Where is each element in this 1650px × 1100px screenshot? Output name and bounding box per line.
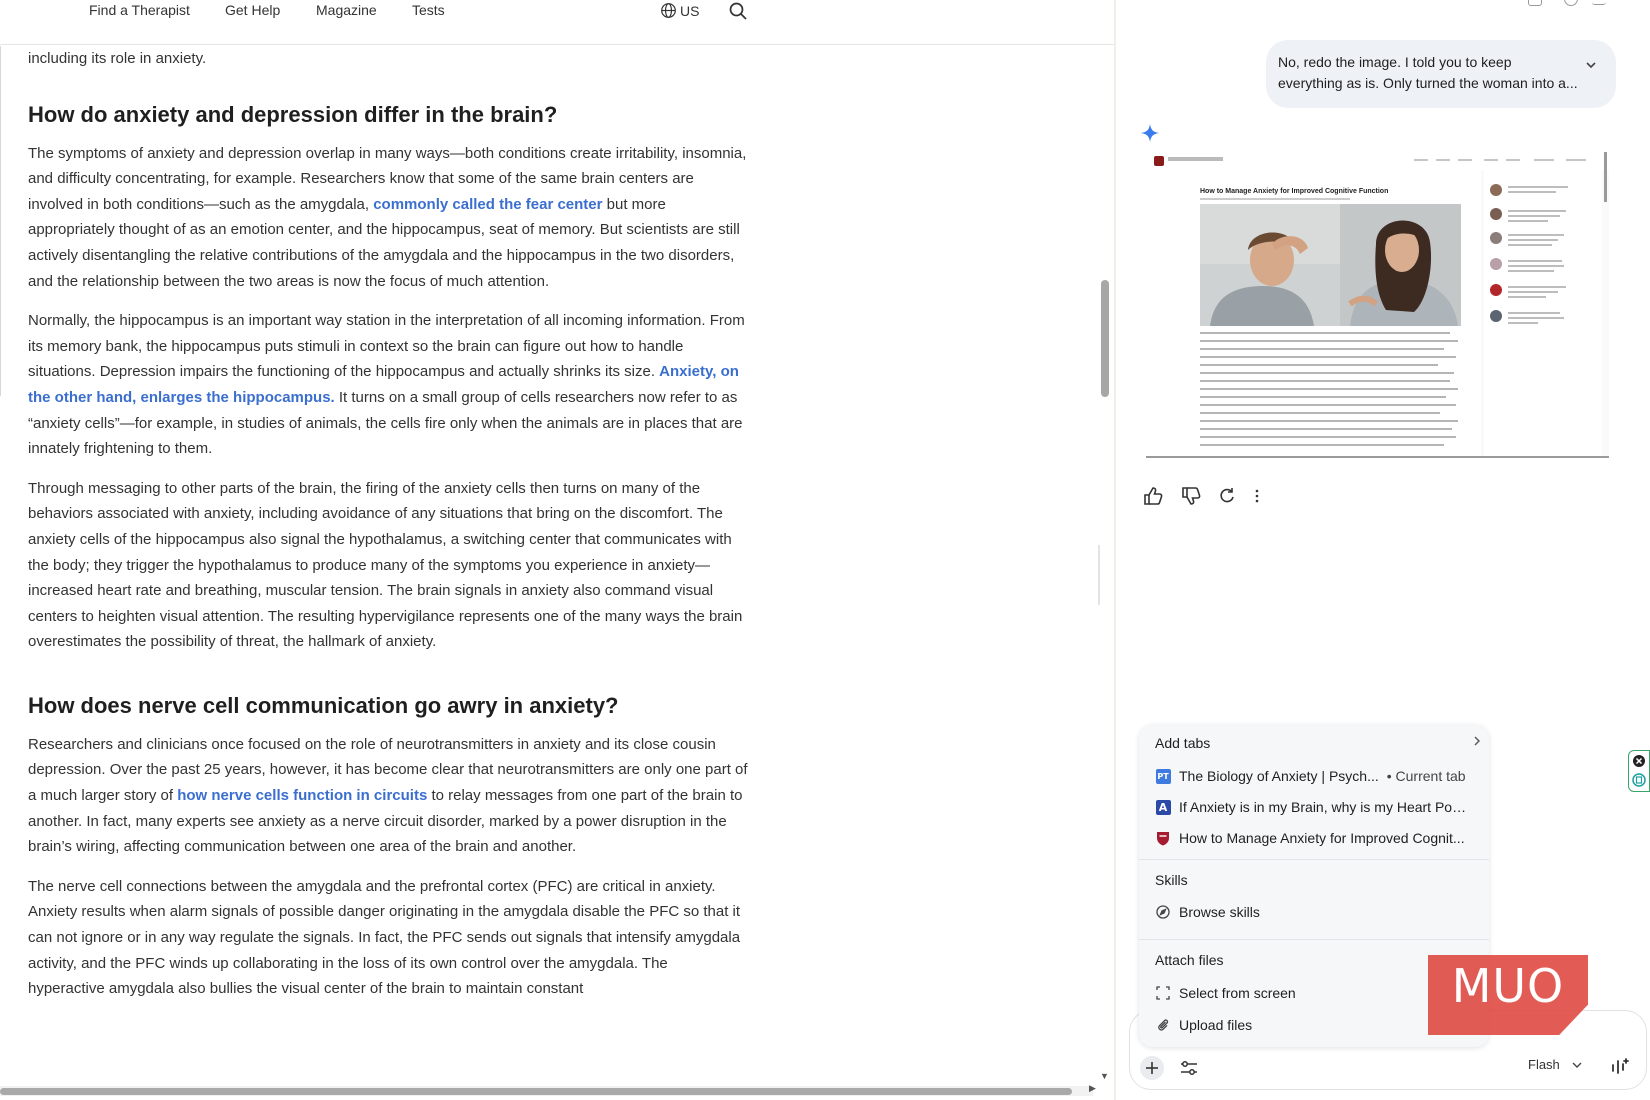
tab-item-manage-anxiety[interactable]: How to Manage Anxiety for Improved Cogni… — [1155, 825, 1475, 851]
vertical-scrollbar-thumb[interactable] — [1101, 280, 1109, 397]
model-selector[interactable]: Flash — [1528, 1057, 1582, 1072]
search-icon[interactable] — [727, 0, 749, 22]
tab-item-biology-of-anxiety[interactable]: PT The Biology of Anxiety | Psych... • C… — [1155, 763, 1475, 789]
article-page: Find a Therapist Get Help Magazine Tests… — [0, 0, 1114, 1100]
globe-icon — [661, 3, 676, 18]
thumbs-up-icon[interactable] — [1142, 485, 1164, 507]
letter-a-favicon-icon: A — [1155, 799, 1171, 815]
psychology-today-favicon-icon: PT — [1155, 768, 1171, 784]
paragraph-2: Normally, the hippocampus is an importan… — [28, 312, 745, 458]
image-sidebar — [1484, 170, 1602, 456]
more-options-icon[interactable] — [1246, 485, 1268, 507]
paragraph-5: The nerve cell connections between the a… — [28, 877, 741, 998]
region-selector[interactable]: US — [660, 2, 699, 19]
tools-sliders-icon[interactable] — [1176, 1055, 1202, 1081]
nav-get-help[interactable]: Get Help — [225, 2, 280, 18]
browse-skills-item[interactable]: Browse skills — [1155, 899, 1475, 925]
skills-label: Skills — [1155, 872, 1188, 888]
copy-icon[interactable] — [1528, 0, 1542, 6]
image-article-title: How to Manage Anxiety for Improved Cogni… — [1200, 188, 1389, 195]
scroll-right-arrow-icon[interactable]: ▶ — [1089, 1083, 1096, 1094]
chevron-down-icon[interactable] — [1584, 58, 1598, 72]
paragraph-1: The symptoms of anxiety and depression o… — [28, 144, 747, 290]
browser-extension-tab[interactable] — [1628, 750, 1650, 792]
extension-logo-icon[interactable] — [1632, 773, 1646, 787]
compass-icon — [1155, 904, 1171, 920]
heading-anxiety-depression: How do anxiety and depression differ in … — [28, 101, 558, 127]
add-tabs-label[interactable]: Add tabs — [1155, 735, 1210, 751]
voice-input-icon[interactable] — [1604, 1053, 1632, 1081]
muo-watermark-logo: MUO — [1428, 955, 1588, 1035]
edit-icon[interactable] — [1564, 0, 1578, 6]
nav-magazine[interactable]: Magazine — [316, 2, 377, 18]
close-circle-icon[interactable] — [1632, 754, 1646, 768]
user-message-line-2: everything as is. Only turned the woman … — [1278, 75, 1578, 91]
article-body: including its role in anxiety. How do an… — [28, 46, 748, 1002]
thumbs-down-icon[interactable] — [1180, 485, 1202, 507]
paragraph-4: Researchers and clinicians once focused … — [28, 735, 748, 856]
scrollbar-guide — [1098, 545, 1100, 605]
user-message-line-1: No, redo the image. I told you to keep — [1278, 54, 1512, 70]
attach-files-label: Attach files — [1155, 952, 1224, 968]
model-label: Flash — [1528, 1057, 1560, 1072]
image-site-logo — [1154, 156, 1164, 166]
link-nerve-cells-circuits[interactable]: how nerve cells function in circuits — [177, 787, 427, 804]
region-label: US — [680, 2, 700, 19]
generated-image[interactable]: How to Manage Anxiety for Improved Cogni… — [1146, 152, 1609, 458]
select-from-screen-item[interactable]: Select from screen — [1155, 980, 1475, 1006]
nav-tests[interactable]: Tests — [412, 2, 445, 18]
image-photo-boy-and-woman — [1200, 204, 1461, 326]
image-article-area: How to Manage Anxiety for Improved Cogni… — [1146, 170, 1481, 456]
left-edge-line — [0, 46, 1, 396]
regenerate-icon[interactable] — [1216, 485, 1238, 507]
harvard-shield-favicon-icon — [1155, 830, 1171, 846]
current-tab-badge: • Current tab — [1386, 768, 1466, 784]
link-fear-center[interactable]: commonly called the fear center — [373, 196, 602, 213]
paperclip-icon — [1155, 1017, 1171, 1033]
chevron-down-icon — [1572, 1062, 1582, 1068]
watermark-text: MUO — [1451, 959, 1565, 1013]
lead-fragment: including its role in anxiety. — [28, 50, 207, 67]
tab-item-anxiety-heart[interactable]: A If Anxiety is in my Brain, why is my H… — [1155, 794, 1475, 820]
site-navigation: Find a Therapist Get Help Magazine Tests… — [0, 0, 1114, 45]
screen-select-icon — [1155, 985, 1171, 1001]
menu-icon[interactable] — [1592, 0, 1606, 5]
sparkle-icon — [1141, 124, 1159, 142]
horizontal-scrollbar-thumb[interactable] — [0, 1088, 1072, 1095]
add-plus-icon[interactable] — [1139, 1055, 1165, 1081]
image-site-header — [1146, 152, 1609, 170]
chevron-right-icon[interactable] — [1472, 735, 1482, 747]
paragraph-3: Through messaging to other parts of the … — [28, 479, 743, 651]
heading-nerve-cell: How does nerve cell communication go awr… — [28, 692, 619, 718]
user-message-bubble: No, redo the image. I told you to keep e… — [1266, 40, 1616, 108]
assistant-panel: No, redo the image. I told you to keep e… — [1116, 0, 1650, 1100]
nav-find-therapist[interactable]: Find a Therapist — [89, 2, 190, 18]
scroll-down-arrow-icon[interactable]: ▼ — [1100, 1071, 1109, 1081]
upload-files-item[interactable]: Upload files — [1155, 1012, 1475, 1038]
